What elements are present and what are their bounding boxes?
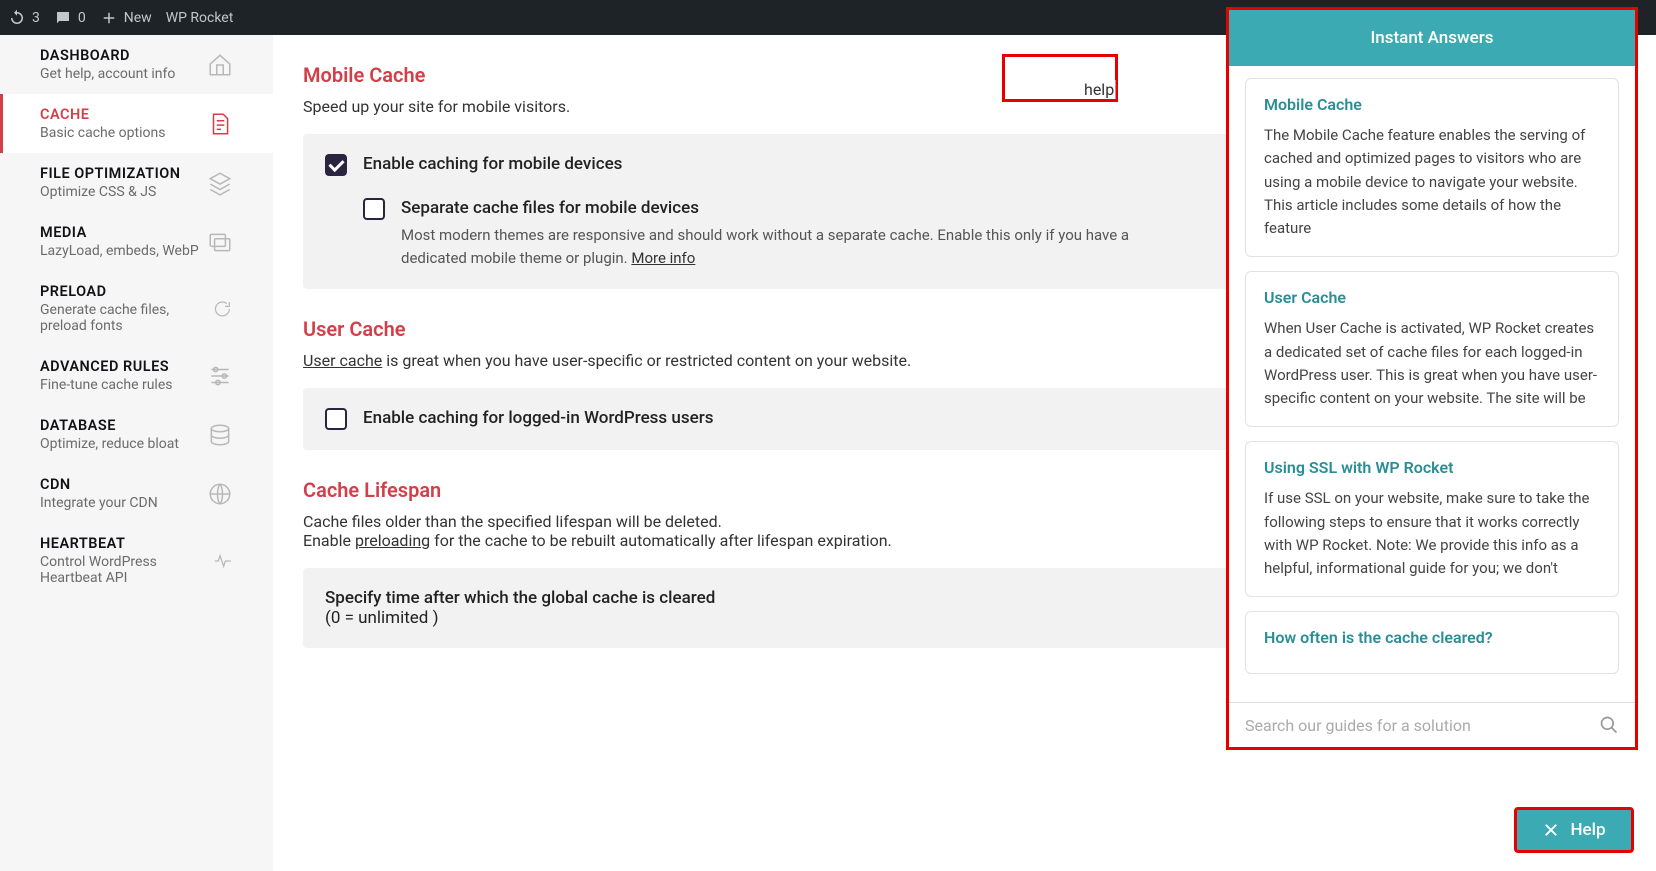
help-btn-label: Help [1570, 820, 1605, 840]
lifespan-desc2b: for the cache to be rebuilt automaticall… [430, 531, 892, 550]
refresh-icon [212, 296, 233, 322]
sidebar-item-dashboard[interactable]: DASHBOARD Get help, account info [0, 35, 273, 94]
adminbar-wprocket[interactable]: WP Rocket [166, 10, 234, 26]
preloading-link[interactable]: preloading [355, 531, 430, 550]
help-widget: Instant Answers Mobile Cache The Mobile C… [1226, 7, 1638, 750]
sidebar-item-sub: Optimize, reduce bloat [40, 436, 179, 452]
sidebar-item-cdn[interactable]: CDN Integrate your CDN [0, 464, 273, 523]
help-widget-header: Instant Answers [1229, 10, 1635, 66]
separate-mobile-cache-checkbox[interactable] [363, 198, 385, 220]
sidebar-item-media[interactable]: MEDIA LazyLoad, embeds, WebP [0, 212, 273, 271]
help-card[interactable]: How often is the cache cleared? [1245, 611, 1619, 674]
sidebar-item-cache[interactable]: CACHE Basic cache options [0, 94, 273, 153]
sidebar-item-heartbeat[interactable]: HEARTBEAT Control WordPress Heartbeat API [0, 523, 273, 598]
separate-mobile-cache-desc-text: Most modern themes are responsive and sh… [401, 226, 1129, 267]
sidebar-item-title: CACHE [40, 106, 165, 123]
doc-icon [207, 111, 233, 137]
sidebar-item-sub: Fine-tune cache rules [40, 377, 173, 393]
plus-icon [100, 9, 118, 27]
enable-mobile-cache-checkbox[interactable] [325, 154, 347, 176]
separate-mobile-cache-desc: Most modern themes are responsive and sh… [401, 224, 1181, 269]
separate-mobile-cache-label: Separate cache files for mobile devices [401, 198, 1181, 218]
sidebar-item-sub: Generate cache files, preload fonts [40, 302, 212, 334]
lifespan-panel-line1: Specify time after which the global cach… [325, 588, 715, 608]
help-card-text: When User Cache is activated, WP Rocket … [1264, 317, 1600, 410]
sidebar-item-database[interactable]: DATABASE Optimize, reduce bloat [0, 405, 273, 464]
sidebar-item-sub: Control WordPress Heartbeat API [40, 554, 212, 586]
sidebar-item-sub: Integrate your CDN [40, 495, 158, 511]
sidebar-item-sub: LazyLoad, embeds, WebP [40, 243, 199, 259]
help-search-input[interactable] [1245, 716, 1589, 735]
sidebar-item-title: HEARTBEAT [40, 535, 212, 552]
help-card-title: How often is the cache cleared? [1264, 628, 1600, 647]
user-cache-link[interactable]: User cache [303, 351, 382, 370]
search-icon[interactable] [1599, 715, 1619, 735]
adminbar-updates-count: 3 [32, 10, 40, 26]
help-card[interactable]: Mobile Cache The Mobile Cache feature ena… [1245, 78, 1619, 257]
db-icon [207, 422, 233, 448]
update-icon [8, 9, 26, 27]
enable-user-cache-checkbox[interactable] [325, 408, 347, 430]
globe-icon [207, 481, 233, 507]
sidebar-item-title: PRELOAD [40, 283, 212, 300]
lifespan-desc1: Cache files older than the specified lif… [303, 512, 722, 531]
help-card[interactable]: User Cache When User Cache is activated, … [1245, 271, 1619, 427]
sidebar-item-sub: Optimize CSS & JS [40, 184, 181, 200]
sidebar-item-title: CDN [40, 476, 158, 493]
adminbar-new-label: New [124, 10, 152, 26]
user-cache-desc-rest: is great when you have user-specific or … [382, 351, 911, 370]
enable-user-cache-label: Enable caching for logged-in WordPress u… [363, 408, 713, 428]
sidebar-item-title: FILE OPTIMIZATION [40, 165, 181, 182]
adminbar-new[interactable]: New [100, 9, 152, 27]
section-title: User Cache [303, 317, 406, 341]
layers-icon [207, 170, 233, 196]
section-title: Mobile Cache [303, 63, 425, 87]
home-icon [207, 52, 233, 78]
sidebar-item-preload[interactable]: PRELOAD Generate cache files, preload fon… [0, 271, 273, 346]
help-card-title: User Cache [1264, 288, 1600, 307]
help-card-text: The Mobile Cache feature enables the ser… [1264, 124, 1600, 240]
help-toggle-button[interactable]: Help [1514, 807, 1634, 853]
heart-icon [212, 548, 233, 574]
sidebar-item-title: DASHBOARD [40, 47, 175, 64]
sidebar-item-sub: Basic cache options [40, 125, 165, 141]
help-search-bar [1229, 702, 1635, 747]
help-card[interactable]: Using SSL with WP Rocket If use SSL on yo… [1245, 441, 1619, 597]
sidebar-item-sub: Get help, account info [40, 66, 175, 82]
close-icon [1542, 821, 1560, 839]
adminbar-wprocket-label: WP Rocket [166, 10, 234, 26]
settings-sidebar: DASHBOARD Get help, account info CACHE Basi… [0, 35, 273, 871]
sidebar-item-file-optimization[interactable]: FILE OPTIMIZATION Optimize CSS & JS [0, 153, 273, 212]
comment-icon [54, 9, 72, 27]
lifespan-desc2a: Enable [303, 531, 355, 550]
help-card-title: Mobile Cache [1264, 95, 1600, 114]
enable-mobile-cache-label: Enable caching for mobile devices [363, 154, 622, 174]
adminbar-comments-count: 0 [78, 10, 86, 26]
images-icon [207, 229, 233, 255]
sidebar-item-title: DATABASE [40, 417, 179, 434]
sidebar-item-title: MEDIA [40, 224, 199, 241]
annotation-text: help [1082, 80, 1116, 99]
help-card-text: If use SSL on your website, make sure to… [1264, 487, 1600, 580]
more-info-link[interactable]: More info [631, 249, 695, 267]
section-title: Cache Lifespan [303, 478, 441, 502]
help-card-title: Using SSL with WP Rocket [1264, 458, 1600, 477]
sidebar-item-advanced-rules[interactable]: ADVANCED RULES Fine-tune cache rules [0, 346, 273, 405]
sidebar-item-title: ADVANCED RULES [40, 358, 173, 375]
adminbar-updates[interactable]: 3 [8, 9, 40, 27]
sliders-icon [207, 363, 233, 389]
help-widget-body[interactable]: Mobile Cache The Mobile Cache feature ena… [1229, 66, 1635, 702]
adminbar-comments[interactable]: 0 [54, 9, 86, 27]
